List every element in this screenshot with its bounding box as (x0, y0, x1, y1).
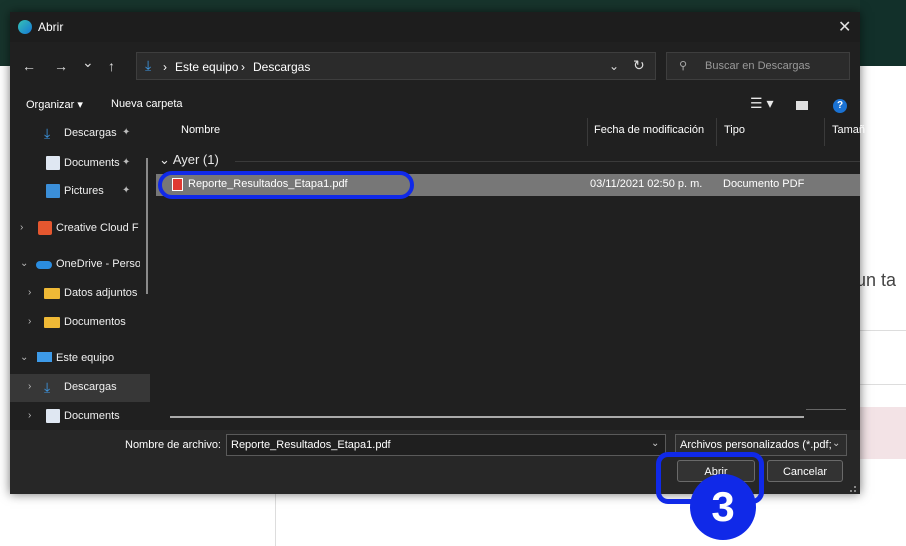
onedrive-icon (36, 261, 52, 269)
sidebar-item-onedrive[interactable]: ⌄ OneDrive - Perso (10, 251, 150, 279)
back-button[interactable]: ← (22, 58, 36, 74)
search-placeholder: Buscar en Descargas (705, 60, 811, 72)
breadcrumb-descargas[interactable]: Descargas (253, 60, 310, 74)
new-folder-button[interactable]: Nueva carpeta (111, 98, 183, 110)
dialog-titlebar: Abrir ✕ (10, 12, 860, 42)
file-highlight-annotation (158, 171, 414, 199)
chevron-right-icon[interactable]: › (20, 222, 23, 233)
breadcrumb-separator: › (241, 60, 245, 74)
folder-icon (44, 288, 60, 299)
sidebar-item-este-equipo[interactable]: ⌄ Este equipo (10, 345, 150, 373)
horizontal-scrollbar[interactable] (170, 416, 804, 418)
filename-value: Reporte_Resultados_Etapa1.pdf (231, 439, 391, 451)
pin-icon: ✦ (122, 185, 131, 196)
sidebar-item-label: Descargas (64, 381, 117, 393)
chevron-down-icon: ⌄ (159, 152, 170, 167)
column-header-type[interactable]: Tipo (724, 124, 745, 136)
folder-icon (44, 317, 60, 328)
chevron-down-icon[interactable]: ⌄ (20, 258, 28, 269)
navigation-pane: ⤓ Descargas ✦ Documents ✦ Pictures ✦ › C… (10, 118, 158, 428)
filename-input[interactable]: Reporte_Resultados_Etapa1.pdf ⌄ (226, 434, 666, 456)
preview-pane-icon[interactable] (796, 101, 808, 110)
step-number-badge: 3 (690, 474, 756, 540)
column-divider[interactable] (824, 118, 825, 146)
refresh-icon[interactable]: ↻ (633, 57, 645, 74)
edge-icon (18, 20, 32, 34)
sidebar-item-descargas[interactable]: ⤓ Descargas ✦ (10, 120, 150, 148)
chevron-down-icon[interactable]: ⌄ (20, 352, 28, 363)
background-divider (275, 494, 276, 546)
download-icon: ⤓ (145, 57, 152, 73)
filename-label: Nombre de archivo: (125, 439, 221, 451)
close-icon[interactable]: ✕ (838, 17, 851, 37)
chevron-down-icon[interactable]: ⌄ (651, 438, 659, 449)
command-bar: Organizar ▾ Nueva carpeta ☰ ▾ ? (10, 94, 860, 118)
sidebar-item-descargas-selected[interactable]: › ⤓ Descargas (10, 374, 150, 402)
help-icon[interactable]: ? (833, 99, 847, 113)
background-page-text: un ta (856, 270, 897, 290)
cancel-button[interactable]: Cancelar (767, 460, 843, 482)
group-header[interactable]: ⌄ Ayer (1) (159, 152, 219, 168)
download-icon: ⤓ (44, 379, 51, 395)
sidebar-item-label: Documents (64, 157, 120, 169)
chevron-down-icon[interactable]: ⌄ (832, 438, 840, 449)
chevron-right-icon[interactable]: › (28, 381, 31, 392)
pin-icon: ✦ (122, 157, 131, 168)
sidebar-item-label: Datos adjuntos (64, 287, 138, 299)
sidebar-item-documents[interactable]: Documents ✦ (10, 150, 150, 178)
address-bar[interactable]: ⤓ › Este equipo › Descargas ⌄ ↻ (136, 52, 656, 80)
breadcrumb-separator: › (163, 60, 167, 74)
column-divider[interactable] (716, 118, 717, 146)
document-icon (46, 409, 60, 423)
sidebar-item-label: OneDrive - Perso (56, 258, 140, 270)
scrollbar-track (806, 409, 846, 410)
sidebar-item-pictures[interactable]: Pictures ✦ (10, 178, 150, 206)
sidebar-item-label: Pictures (64, 185, 104, 197)
sidebar-item-label: Documents (64, 410, 120, 422)
dialog-title: Abrir (38, 20, 64, 34)
view-options-icon[interactable]: ☰ ▾ (750, 95, 773, 112)
column-divider[interactable] (587, 118, 588, 146)
forward-button[interactable]: → (54, 58, 68, 74)
pictures-icon (46, 184, 60, 198)
sidebar-item-label: Documentos (64, 316, 126, 328)
group-divider (235, 161, 860, 162)
column-header-size[interactable]: Tamañ (832, 124, 865, 136)
background-page-header-strip (860, 0, 906, 66)
up-button[interactable]: ↑ (108, 58, 115, 74)
sidebar-item-label: Creative Cloud F (56, 222, 139, 234)
recent-locations-button[interactable]: ⌄ (82, 54, 94, 71)
document-icon (46, 156, 60, 170)
chevron-right-icon[interactable]: › (28, 316, 31, 327)
chevron-right-icon[interactable]: › (28, 410, 31, 421)
chevron-down-icon[interactable]: ⌄ (609, 59, 619, 73)
sidebar-item-creative-cloud[interactable]: › Creative Cloud F (10, 215, 150, 243)
chevron-right-icon[interactable]: › (28, 287, 31, 298)
breadcrumb-este-equipo[interactable]: Este equipo (175, 60, 238, 74)
file-type-filter-value: Archivos personalizados (*.pdf; (680, 439, 832, 451)
search-icon: ⚲ (679, 60, 688, 72)
background-divider (860, 384, 906, 385)
open-file-dialog: Abrir ✕ ← → ⌄ ↑ ⤓ › Este equipo › Descar… (10, 12, 865, 494)
sidebar-scrollbar[interactable] (146, 158, 148, 294)
pin-icon: ✦ (122, 127, 131, 138)
sidebar-item-datos-adjuntos[interactable]: › Datos adjuntos (10, 280, 150, 308)
file-type: Documento PDF (723, 178, 805, 190)
search-input[interactable]: ⚲ Buscar en Descargas (666, 52, 850, 80)
sidebar-item-documentos[interactable]: › Documentos (10, 309, 150, 337)
download-icon: ⤓ (44, 125, 51, 141)
sidebar-item-label: Descargas (64, 127, 117, 139)
resize-grip[interactable] (850, 486, 856, 492)
background-divider (860, 330, 906, 331)
sidebar-item-documents-pc[interactable]: › Documents (10, 403, 150, 431)
column-header-date[interactable]: Fecha de modificación (594, 124, 704, 136)
file-modified: 03/11/2021 02:50 p. m. (590, 178, 703, 190)
column-header-name[interactable]: Nombre (181, 124, 220, 136)
group-label: Ayer (1) (172, 152, 219, 167)
organize-button[interactable]: Organizar ▾ (26, 98, 83, 111)
sidebar-item-label: Este equipo (56, 352, 115, 364)
background-banner (860, 407, 906, 459)
computer-icon (37, 352, 52, 362)
creative-cloud-icon (38, 221, 52, 235)
